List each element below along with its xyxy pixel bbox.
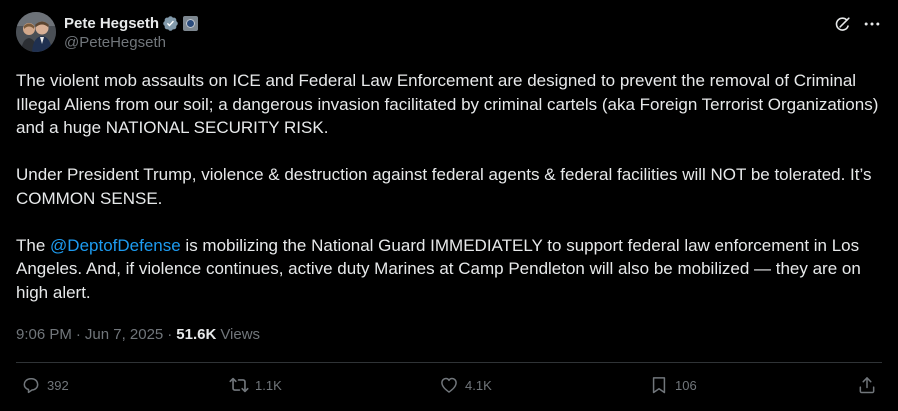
paragraph-text: The bbox=[16, 235, 51, 255]
views-label: Views bbox=[220, 326, 261, 343]
views-count[interactable]: 51.6K bbox=[176, 326, 216, 343]
share-button[interactable] bbox=[856, 374, 878, 396]
grok-icon[interactable] bbox=[832, 14, 852, 34]
author-handle[interactable]: @PeteHegseth bbox=[64, 34, 198, 51]
author-display-name[interactable]: Pete Hegseth bbox=[64, 15, 159, 32]
mention-link[interactable]: @DeptofDefense bbox=[50, 236, 181, 255]
heart-icon bbox=[438, 374, 460, 396]
author-info: Pete Hegseth @PeteHegseth bbox=[64, 13, 199, 51]
like-count: 4.1K bbox=[465, 377, 492, 393]
more-icon[interactable] bbox=[862, 14, 882, 34]
bookmark-button[interactable]: 106 bbox=[648, 374, 697, 396]
share-icon bbox=[856, 374, 878, 396]
reply-button[interactable]: 392 bbox=[20, 374, 69, 396]
tweet-paragraph: The @DeptofDefense is mobilizing the Nat… bbox=[16, 234, 882, 305]
tweet-paragraph: The violent mob assaults on ICE and Fede… bbox=[16, 71, 879, 137]
action-bar: 392 1.1K 4.1K 106 bbox=[20, 374, 878, 398]
tweet-date[interactable]: Jun 7, 2025 bbox=[85, 326, 163, 343]
reply-count: 392 bbox=[47, 377, 69, 393]
avatar[interactable] bbox=[16, 12, 56, 52]
reply-icon bbox=[20, 374, 42, 396]
retweet-icon bbox=[228, 374, 250, 396]
bookmark-count: 106 bbox=[675, 377, 697, 393]
tweet-text: The violent mob assaults on ICE and Fede… bbox=[16, 69, 882, 304]
retweet-button[interactable]: 1.1K bbox=[228, 374, 282, 396]
bookmark-icon bbox=[648, 374, 670, 396]
tweet-paragraph: Under President Trump, violence & destru… bbox=[16, 165, 872, 208]
tweet-time[interactable]: 9:06 PM bbox=[16, 326, 72, 343]
government-affiliation-icon[interactable] bbox=[183, 15, 199, 31]
header-actions bbox=[832, 14, 882, 34]
name-row: Pete Hegseth bbox=[64, 13, 199, 33]
like-button[interactable]: 4.1K bbox=[438, 374, 492, 396]
meta-separator: · bbox=[75, 326, 81, 343]
verified-badge-icon[interactable] bbox=[162, 15, 179, 32]
tweet-header: Pete Hegseth @PeteHegseth bbox=[16, 12, 882, 54]
meta-separator: · bbox=[167, 326, 173, 343]
divider bbox=[16, 362, 882, 363]
tweet-meta: 9:06 PM · Jun 7, 2025 · 51.6K Views bbox=[16, 326, 260, 343]
avatar-image bbox=[16, 12, 56, 52]
retweet-count: 1.1K bbox=[255, 377, 282, 393]
tweet-card: Pete Hegseth @PeteHegseth The violent mo… bbox=[0, 0, 898, 411]
